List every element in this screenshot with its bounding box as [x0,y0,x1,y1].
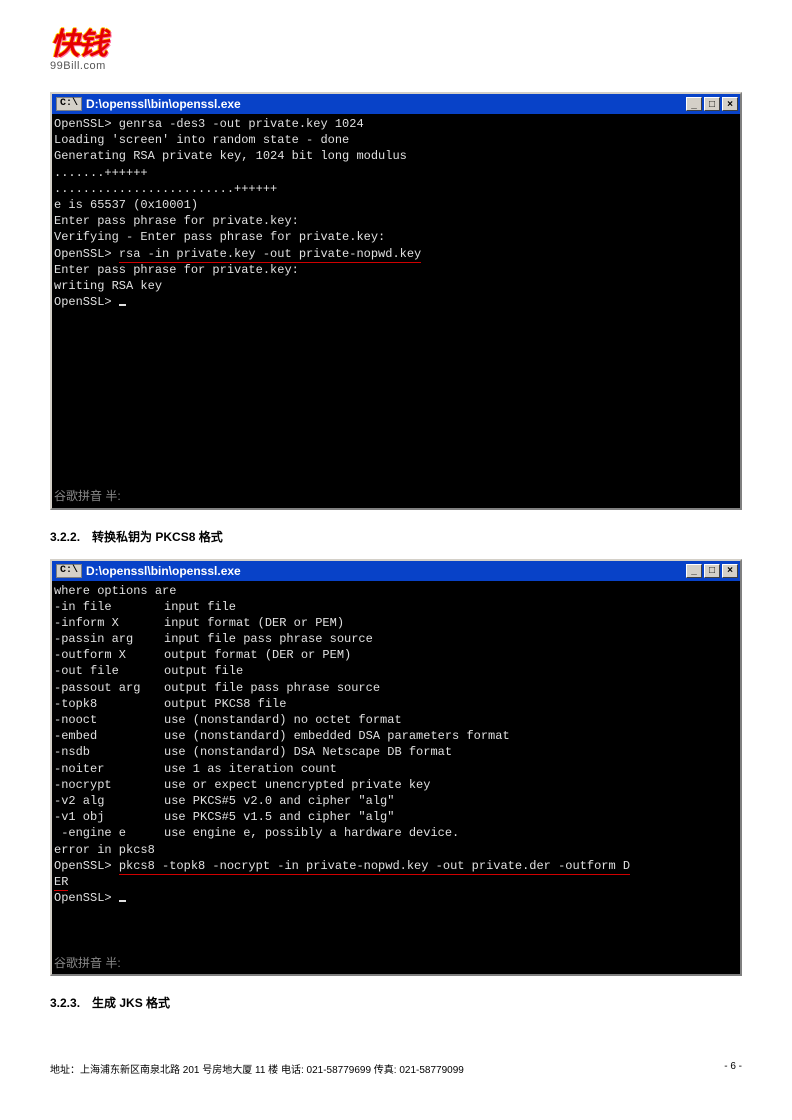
footer-address: 地址：上海浦东新区南泉北路 201 号房地大厦 11 楼 电话: 021-587… [50,1061,464,1076]
opt-flag: -v1 obj [54,809,164,825]
opt-flag: -nocrypt [54,777,164,793]
term-cmd-highlight-wrap: ER [54,875,68,891]
opt-flag: -engine e [54,825,164,841]
opt-flag: -passout arg [54,680,164,696]
opt-flag: -embed [54,728,164,744]
opt-desc: use (nonstandard) no octet format [164,713,402,727]
term-line: Generating RSA private key, 1024 bit lon… [54,149,407,163]
terminal-content[interactable]: OpenSSL> genrsa -des3 -out private.key 1… [52,114,740,508]
opt-flag: -v2 alg [54,793,164,809]
window-titlebar: C:\ D:\openssl\bin\openssl.exe _ □ × [52,561,740,581]
term-line: Enter pass phrase for private.key: [54,214,299,228]
opt-flag: -nsdb [54,744,164,760]
term-line: Loading 'screen' into random state - don… [54,133,349,147]
ime-status: 谷歌拼音 半: [54,487,121,503]
term-line: Enter pass phrase for private.key: [54,263,299,277]
opt-desc: use 1 as iteration count [164,762,337,776]
window-title: D:\openssl\bin\openssl.exe [86,564,686,578]
term-line: where options are [54,584,176,598]
opt-flag: -nooct [54,712,164,728]
opt-desc: output file [164,664,243,678]
term-line: error in pkcs8 [54,843,155,857]
opt-flag: -noiter [54,761,164,777]
opt-desc: use (nonstandard) DSA Netscape DB format [164,745,452,759]
close-button[interactable]: × [722,564,738,578]
term-line: .......++++++ [54,166,148,180]
opt-desc: output PKCS8 file [164,697,286,711]
term-line: OpenSSL> genrsa -des3 -out private.key 1… [54,117,364,131]
opt-desc: use PKCS#5 v1.5 and cipher "alg" [164,810,394,824]
term-prompt: OpenSSL> [54,295,119,309]
cursor-icon [119,900,126,902]
opt-desc: input format (DER or PEM) [164,616,344,630]
opt-flag: -outform X [54,647,164,663]
minimize-button[interactable]: _ [686,97,702,111]
page-footer: 地址：上海浦东新区南泉北路 201 号房地大厦 11 楼 电话: 021-587… [50,1061,742,1076]
window-titlebar: C:\ D:\openssl\bin\openssl.exe _ □ × [52,94,740,114]
opt-flag: -passin arg [54,631,164,647]
term-cmd-highlight: pkcs8 -topk8 -nocrypt -in private-nopwd.… [119,859,630,875]
maximize-button[interactable]: □ [704,97,720,111]
term-line: e is 65537 (0x10001) [54,198,198,212]
window-controls: _ □ × [686,564,738,578]
opt-flag: -in file [54,599,164,615]
term-line: writing RSA key [54,279,162,293]
opt-flag: -out file [54,663,164,679]
terminal-content[interactable]: where options are -in fileinput file -in… [52,581,740,975]
maximize-button[interactable]: □ [704,564,720,578]
opt-desc: input file pass phrase source [164,632,373,646]
logo-subtext: 99Bill.com [50,60,135,72]
opt-desc: output file pass phrase source [164,681,380,695]
brand-logo: 快钱 99Bill.com [50,30,135,72]
window-title: D:\openssl\bin\openssl.exe [86,97,686,111]
terminal-window-1: C:\ D:\openssl\bin\openssl.exe _ □ × Ope… [50,92,742,510]
section-heading-323: 3.2.3. 生成 JKS 格式 [50,994,742,1011]
term-line: .........................++++++ [54,182,277,196]
opt-desc: output format (DER or PEM) [164,648,351,662]
term-line: Verifying - Enter pass phrase for privat… [54,230,385,244]
term-prompt: OpenSSL> [54,859,119,873]
cmd-prompt-icon: C:\ [56,97,82,111]
opt-flag: -topk8 [54,696,164,712]
page-header: 快钱 99Bill.com [50,30,742,72]
opt-desc: use (nonstandard) embedded DSA parameter… [164,729,510,743]
opt-flag: -inform X [54,615,164,631]
section-heading-322: 3.2.2. 转换私钥为 PKCS8 格式 [50,528,742,545]
window-controls: _ □ × [686,97,738,111]
cmd-prompt-icon: C:\ [56,564,82,578]
term-cmd-highlight: rsa -in private.key -out private-nopwd.k… [119,247,421,263]
opt-desc: input file [164,600,236,614]
opt-desc: use or expect unencrypted private key [164,778,430,792]
minimize-button[interactable]: _ [686,564,702,578]
term-prompt: OpenSSL> [54,891,119,905]
opt-desc: use PKCS#5 v2.0 and cipher "alg" [164,794,394,808]
terminal-window-2: C:\ D:\openssl\bin\openssl.exe _ □ × whe… [50,559,742,977]
logo-text: 快钱 [50,30,135,60]
footer-page-number: - 6 - [724,1061,742,1076]
close-button[interactable]: × [722,97,738,111]
cursor-icon [119,304,126,306]
opt-desc: use engine e, possibly a hardware device… [164,826,459,840]
ime-status: 谷歌拼音 半: [54,954,121,970]
term-prompt: OpenSSL> [54,247,119,261]
